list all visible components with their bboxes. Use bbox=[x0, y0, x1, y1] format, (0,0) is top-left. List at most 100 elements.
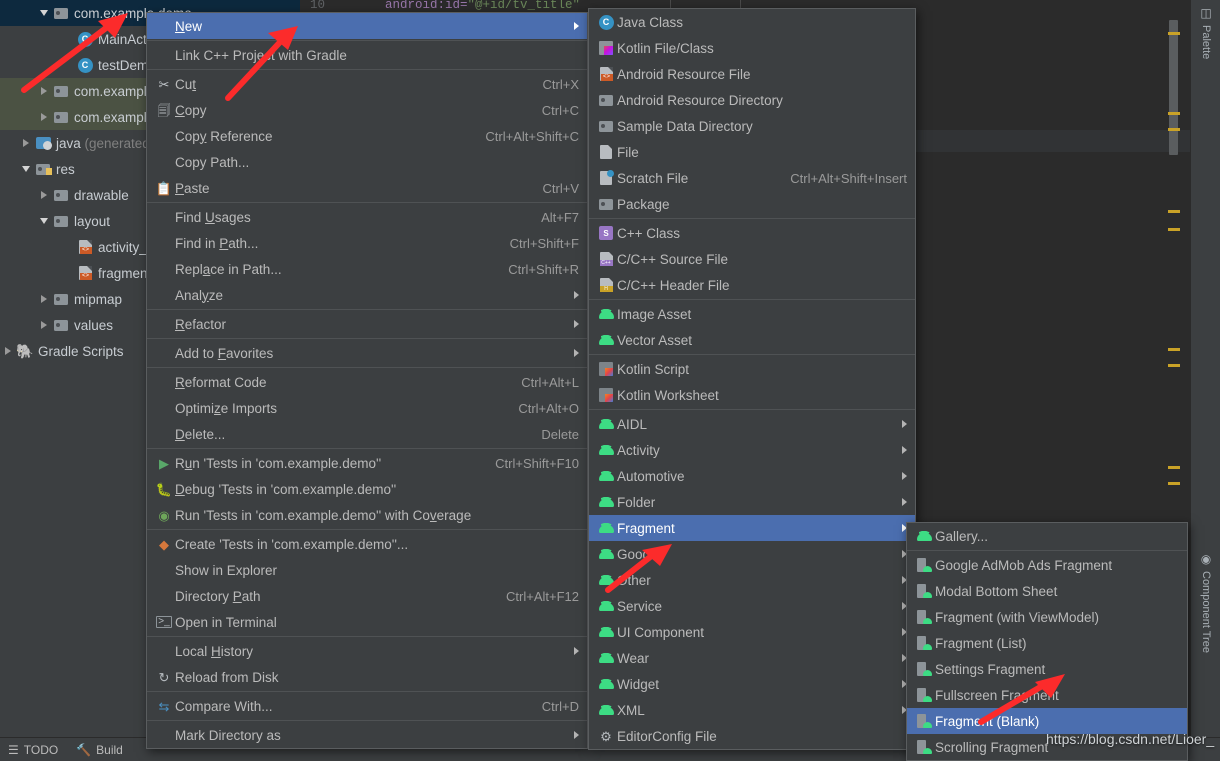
editor-marker[interactable] bbox=[1168, 210, 1180, 213]
right-tool-sidebar[interactable]: ◫ Palette ◉ Component Tree bbox=[1190, 0, 1220, 737]
tree-twisty[interactable] bbox=[18, 166, 34, 172]
menu-item-local-history[interactable]: Local History bbox=[147, 638, 587, 664]
menu-item-c-c-header-file[interactable]: C/C++ Header File bbox=[589, 272, 915, 298]
menu-item-settings-fragment[interactable]: Settings Fragment bbox=[907, 656, 1187, 682]
editor-marker[interactable] bbox=[1168, 348, 1180, 351]
menu-item-run-tests-in-com-example-demo[interactable]: ▶ Run 'Tests in 'com.example.demo'' Ctrl+S… bbox=[147, 450, 587, 476]
context-menu[interactable]: New Link C++ Project with Gradle ✂ Cut Ctrl+… bbox=[146, 12, 588, 749]
menu-item-ui-component[interactable]: UI Component bbox=[589, 619, 915, 645]
tree-twisty-collapsed[interactable] bbox=[41, 191, 47, 199]
menu-item-folder[interactable]: Folder bbox=[589, 489, 915, 515]
editor-marker[interactable] bbox=[1168, 482, 1180, 485]
menu-item-java-class[interactable]: C Java Class bbox=[589, 9, 915, 35]
menu-item-reformat-code[interactable]: Reformat Code Ctrl+Alt+L bbox=[147, 369, 587, 395]
menu-item-link-c-project-with-gradle[interactable]: Link C++ Project with Gradle bbox=[147, 42, 587, 68]
tool-window-button-palette[interactable]: ◫ Palette bbox=[1191, 2, 1220, 59]
menu-item-copy-reference[interactable]: Copy Reference Ctrl+Alt+Shift+C bbox=[147, 123, 587, 149]
editor-marker[interactable] bbox=[1168, 364, 1180, 367]
tree-twisty-collapsed[interactable] bbox=[41, 295, 47, 303]
tree-twisty-collapsed[interactable] bbox=[5, 347, 11, 355]
menu-item-copy-path[interactable]: Copy Path... bbox=[147, 149, 587, 175]
menu-item-package[interactable]: Package bbox=[589, 191, 915, 217]
tree-twisty[interactable] bbox=[36, 321, 52, 329]
menu-item-android-resource-directory[interactable]: Android Resource Directory bbox=[589, 87, 915, 113]
tree-twisty-collapsed[interactable] bbox=[41, 87, 47, 95]
menu-item-xml[interactable]: XML bbox=[589, 697, 915, 723]
menu-item-google[interactable]: Google bbox=[589, 541, 915, 567]
menu-item-show-in-explorer[interactable]: Show in Explorer bbox=[147, 557, 587, 583]
menu-item-kotlin-script[interactable]: Kotlin Script bbox=[589, 356, 915, 382]
menu-item-copy[interactable]: 🗐 Copy Ctrl+C bbox=[147, 97, 587, 123]
status-bar-item-build[interactable]: 🔨 Build bbox=[76, 743, 123, 757]
menu-item-run-tests-in-com-example-demo-with-coverage[interactable]: ◉ Run 'Tests in 'com.example.demo'' with … bbox=[147, 502, 587, 528]
menu-item-other[interactable]: Other bbox=[589, 567, 915, 593]
menu-item-fragment-with-viewmodel[interactable]: Fragment (with ViewModel) bbox=[907, 604, 1187, 630]
menu-item-activity[interactable]: Activity bbox=[589, 437, 915, 463]
tree-twisty[interactable] bbox=[36, 295, 52, 303]
menu-item-paste[interactable]: 📋 Paste Ctrl+V bbox=[147, 175, 587, 201]
menu-item-fullscreen-fragment[interactable]: Fullscreen Fragment bbox=[907, 682, 1187, 708]
tree-twisty[interactable] bbox=[18, 139, 34, 147]
scrollbar-thumb[interactable] bbox=[1169, 20, 1178, 155]
menu-item-c-class[interactable]: S C++ Class bbox=[589, 220, 915, 246]
menu-item-kotlin-worksheet[interactable]: Kotlin Worksheet bbox=[589, 382, 915, 408]
tree-twisty-collapsed[interactable] bbox=[23, 139, 29, 147]
menu-item-kotlin-file-class[interactable]: Kotlin File/Class bbox=[589, 35, 915, 61]
menu-item-automotive[interactable]: Automotive bbox=[589, 463, 915, 489]
menu-item-image-asset[interactable]: Image Asset bbox=[589, 301, 915, 327]
tree-twisty[interactable] bbox=[36, 191, 52, 199]
menu-item-compare-with[interactable]: ⇆ Compare With... Ctrl+D bbox=[147, 693, 587, 719]
menu-item-find-in-path[interactable]: Find in Path... Ctrl+Shift+F bbox=[147, 230, 587, 256]
editor-marker[interactable] bbox=[1168, 32, 1180, 35]
editor-marker[interactable] bbox=[1168, 112, 1180, 115]
menu-item-find-usages[interactable]: Find Usages Alt+F7 bbox=[147, 204, 587, 230]
tree-twisty-collapsed[interactable] bbox=[41, 321, 47, 329]
tree-twisty-expanded[interactable] bbox=[40, 218, 48, 224]
menu-item-add-to-favorites[interactable]: Add to Favorites bbox=[147, 340, 587, 366]
menu-item-open-in-terminal[interactable]: >_ Open in Terminal bbox=[147, 609, 587, 635]
menu-item-vector-asset[interactable]: Vector Asset bbox=[589, 327, 915, 353]
status-bar-item-todo[interactable]: ☰ TODO bbox=[8, 743, 58, 757]
tree-twisty[interactable] bbox=[36, 87, 52, 95]
menu-item-refactor[interactable]: Refactor bbox=[147, 311, 587, 337]
menu-item-editorconfig-file[interactable]: ⚙ EditorConfig File bbox=[589, 723, 915, 749]
tool-window-button-component-tree[interactable]: ◉ Component Tree bbox=[1191, 548, 1220, 653]
menu-item-file[interactable]: File bbox=[589, 139, 915, 165]
menu-item-android-resource-file[interactable]: Android Resource File bbox=[589, 61, 915, 87]
menu-item-fragment-list[interactable]: Fragment (List) bbox=[907, 630, 1187, 656]
tree-twisty-expanded[interactable] bbox=[22, 166, 30, 172]
menu-item-aidl[interactable]: AIDL bbox=[589, 411, 915, 437]
editor-marker[interactable] bbox=[1168, 466, 1180, 469]
menu-item-service[interactable]: Service bbox=[589, 593, 915, 619]
new-submenu[interactable]: CJava Class Kotlin File/Class Android Reso… bbox=[588, 8, 916, 750]
menu-item-directory-path[interactable]: Directory Path Ctrl+Alt+F12 bbox=[147, 583, 587, 609]
menu-item-replace-in-path[interactable]: Replace in Path... Ctrl+Shift+R bbox=[147, 256, 587, 282]
menu-item-widget[interactable]: Widget bbox=[589, 671, 915, 697]
tree-twisty[interactable] bbox=[36, 10, 52, 16]
tree-twisty[interactable] bbox=[36, 113, 52, 121]
menu-item-cut[interactable]: ✂ Cut Ctrl+X bbox=[147, 71, 587, 97]
menu-item-scratch-file[interactable]: Scratch File Ctrl+Alt+Shift+Insert bbox=[589, 165, 915, 191]
tree-twisty[interactable] bbox=[0, 347, 16, 355]
menu-item-create-tests-in-com-example-demo[interactable]: ◆ Create 'Tests in 'com.example.demo''... bbox=[147, 531, 587, 557]
menu-item-new[interactable]: New bbox=[147, 13, 587, 39]
tree-twisty-collapsed[interactable] bbox=[41, 113, 47, 121]
menu-item-gallery[interactable]: Gallery... bbox=[907, 523, 1187, 549]
fragment-submenu[interactable]: Gallery... Google AdMob Ads Fragment Modal… bbox=[906, 522, 1188, 761]
menu-item-wear[interactable]: Wear bbox=[589, 645, 915, 671]
tree-twisty-expanded[interactable] bbox=[40, 10, 48, 16]
menu-item-fragment[interactable]: Fragment bbox=[589, 515, 915, 541]
menu-item-reload-from-disk[interactable]: ↻ Reload from Disk bbox=[147, 664, 587, 690]
menu-item-debug-tests-in-com-example-demo[interactable]: 🐛 Debug 'Tests in 'com.example.demo'' bbox=[147, 476, 587, 502]
menu-item-optimize-imports[interactable]: Optimize Imports Ctrl+Alt+O bbox=[147, 395, 587, 421]
menu-item-analyze[interactable]: Analyze bbox=[147, 282, 587, 308]
tree-twisty[interactable] bbox=[36, 218, 52, 224]
menu-item-delete[interactable]: Delete... Delete bbox=[147, 421, 587, 447]
menu-item-mark-directory-as[interactable]: Mark Directory as bbox=[147, 722, 587, 748]
menu-item-modal-bottom-sheet[interactable]: Modal Bottom Sheet bbox=[907, 578, 1187, 604]
menu-item-c-c-source-file[interactable]: C/C++ Source File bbox=[589, 246, 915, 272]
menu-item-google-admob-ads-fragment[interactable]: Google AdMob Ads Fragment bbox=[907, 552, 1187, 578]
editor-marker[interactable] bbox=[1168, 128, 1180, 131]
menu-item-sample-data-directory[interactable]: Sample Data Directory bbox=[589, 113, 915, 139]
editor-marker[interactable] bbox=[1168, 228, 1180, 231]
